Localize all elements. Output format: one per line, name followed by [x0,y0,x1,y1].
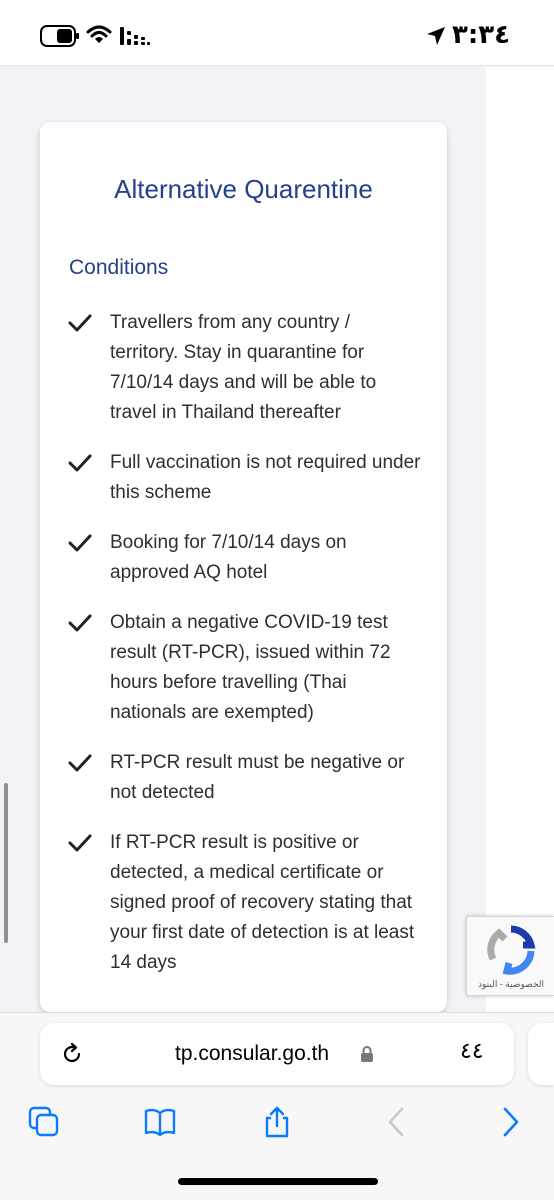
checkmark-icon [68,534,92,552]
conditions-list: Travellers from any country / territory.… [62,308,422,998]
share-icon[interactable] [260,1105,294,1139]
alternative-quarantine-card: Alternative Quarentine Conditions Travel… [40,122,447,1012]
condition-item: Travellers from any country / territory.… [62,308,422,428]
condition-item: Obtain a negative COVID-19 test result (… [62,608,422,728]
recaptcha-privacy-terms-links[interactable]: الخصوصية - البنود [467,979,554,990]
checkmark-icon [68,314,92,332]
address-bar[interactable]: tp.consular.go.th ٤٤ [40,1023,514,1085]
condition-item: Full vaccination is not required under t… [62,448,422,508]
condition-text: Full vaccination is not required under t… [110,452,421,503]
checkmark-icon [68,754,92,772]
home-indicator [178,1178,378,1185]
cellular-signal-icon [120,27,150,45]
conditions-heading: Conditions [69,256,169,279]
back-chevron-icon[interactable] [380,1105,414,1139]
condition-text: Obtain a negative COVID-19 test result (… [110,612,391,723]
recaptcha-icon [487,925,536,975]
url-text[interactable]: tp.consular.go.th [175,1042,329,1066]
battery-icon [40,25,79,47]
bookmarks-icon[interactable] [143,1105,177,1139]
tab-count[interactable]: ٤٤ [460,1039,484,1064]
condition-text: RT-PCR result must be negative or not de… [110,752,405,803]
recaptcha-badge[interactable]: الخصوصية - البنود [466,916,554,996]
condition-text: Travellers from any country / territory.… [110,312,377,423]
reload-icon[interactable] [60,1042,84,1066]
condition-item: If RT-PCR result is positive or detected… [62,828,422,978]
status-bar: ٣:٣٤ [0,0,554,66]
checkmark-icon [68,614,92,632]
scroll-indicator[interactable] [4,783,8,943]
next-tab-peek[interactable] [528,1023,554,1085]
condition-text: Booking for 7/10/14 days on approved AQ … [110,532,347,583]
location-arrow-icon [427,27,445,45]
condition-text: If RT-PCR result is positive or detected… [110,832,415,973]
forward-chevron-icon[interactable] [493,1105,527,1139]
adjacent-content-pane [486,67,554,1012]
checkmark-icon [68,454,92,472]
card-title: Alternative Quarentine [114,174,373,204]
status-time: ٣:٣٤ [452,20,511,50]
lock-icon [361,1046,373,1062]
condition-item: Booking for 7/10/14 days on approved AQ … [62,528,422,588]
condition-item: RT-PCR result must be negative or not de… [62,748,422,808]
checkmark-icon [68,834,92,852]
tabs-icon[interactable] [27,1105,61,1139]
wifi-icon [86,25,112,43]
browser-bottom-bar: tp.consular.go.th ٤٤ [0,1012,554,1200]
